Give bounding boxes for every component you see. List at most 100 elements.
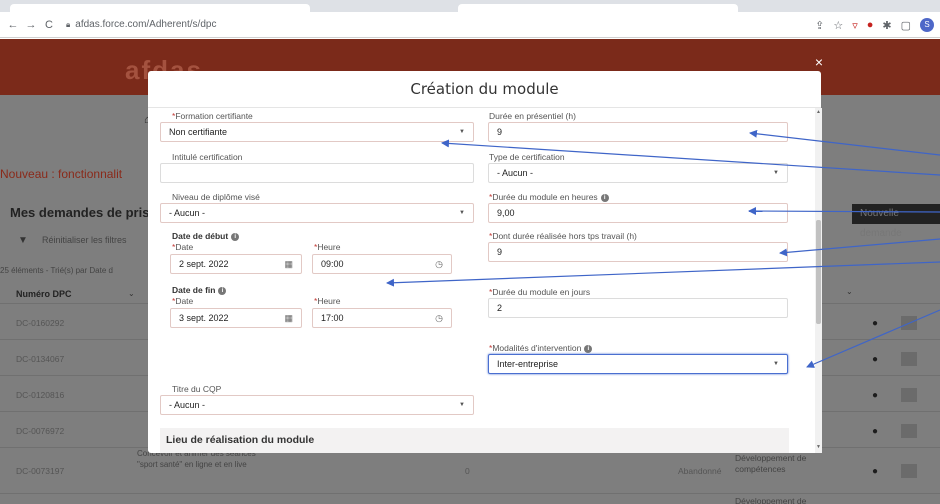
duree-jours-input[interactable]: 2 — [488, 298, 788, 318]
share-icon[interactable]: ⇪ — [815, 19, 824, 32]
star-icon[interactable]: ☆ — [833, 19, 843, 32]
clock-icon[interactable]: ◷ — [435, 309, 443, 327]
intitule-certification-input[interactable] — [160, 163, 474, 183]
row-id: DC-0120816 — [16, 390, 65, 400]
eye-icon[interactable]: ● — [872, 318, 878, 329]
back-icon[interactable]: ← — [4, 19, 22, 31]
modal-scrollbar[interactable]: ▲ ▼ — [815, 108, 822, 453]
row-type: Développement de compétences — [735, 453, 807, 474]
info-icon[interactable]: i — [218, 286, 227, 295]
niveau-diplome-label: Niveau de diplôme visé — [172, 192, 260, 202]
edit-icon[interactable] — [901, 388, 917, 402]
dropdown-caret-icon: ▼ — [459, 210, 465, 216]
edit-icon[interactable] — [901, 464, 917, 478]
info-icon[interactable]: i — [231, 232, 240, 241]
calendar-icon[interactable]: ▦ — [284, 255, 293, 273]
titre-cqp-select[interactable]: - Aucun - ▼ — [160, 395, 474, 415]
modal-title: Création du module — [410, 80, 559, 98]
profile-avatar[interactable]: S — [920, 18, 934, 32]
browser-tabstrip — [0, 0, 940, 12]
eye-icon[interactable]: ● — [872, 390, 878, 401]
extension-icons: ⇪ ☆ ▿ ● ✱ ▢ S — [815, 18, 934, 32]
type-certification-select[interactable]: - Aucun - ▼ — [488, 163, 788, 183]
niveau-diplome-select[interactable]: - Aucun - ▼ — [160, 203, 474, 223]
date-debut-input[interactable]: 2 sept. 2022 ▦ — [170, 254, 302, 274]
pocket-icon[interactable]: ▿ — [852, 19, 858, 32]
chevron-down-icon[interactable]: ⌄ — [846, 287, 853, 296]
close-icon[interactable]: × — [812, 54, 826, 70]
row-statut: Abandonné — [678, 466, 722, 476]
modal-header: Création du module — [148, 71, 821, 108]
row-zero: 0 — [465, 466, 470, 476]
reload-icon[interactable]: C — [40, 19, 58, 31]
forward-icon[interactable]: → — [22, 19, 40, 31]
url-text: afdas.force.com/Adherent/s/dpc — [75, 19, 217, 30]
formation-certifiante-select[interactable]: Non certifiante ▼ — [160, 122, 474, 142]
date-fin-date-label: *Date — [172, 296, 194, 306]
row-id: DC-0134067 — [16, 354, 65, 364]
hors-tps-input[interactable]: 9 — [488, 242, 788, 262]
type-certification-label: Type de certification — [489, 152, 565, 162]
creation-module-modal: Création du module *Formation certifiant… — [148, 71, 821, 453]
row-id: DC-0076972 — [16, 426, 65, 436]
intitule-certification-label: Intitulé certification — [172, 152, 243, 162]
duree-presentiel-input[interactable]: 9 — [488, 122, 788, 142]
duree-jours-label: *Durée du module en jours — [489, 287, 591, 297]
scroll-up-icon[interactable]: ▲ — [815, 109, 822, 115]
heure-fin-input[interactable]: 17:00 ◷ — [312, 308, 452, 328]
mes-demandes-title: Mes demandes de prise — [10, 205, 157, 220]
count-text: 25 éléments - Trié(s) par Date d — [0, 266, 113, 275]
table-row[interactable]: Développement de — [0, 493, 940, 504]
reinit-filters-button[interactable]: Réinitialiser les filtres — [42, 235, 127, 245]
filter-icon: ▼ — [18, 235, 28, 246]
date-fin-section: Date de fin i — [172, 285, 227, 295]
modalites-label: *Modalités d'intervention i — [489, 343, 593, 353]
duree-heures-label: *Durée du module en heures i — [489, 192, 609, 202]
row-id: DC-0073197 — [16, 466, 65, 476]
nouvelle-demande-button[interactable]: Nouvelle demande — [852, 204, 940, 239]
info-icon[interactable]: i — [584, 344, 593, 353]
clock-icon[interactable]: ◷ — [435, 255, 443, 273]
browser-tab[interactable] — [10, 4, 310, 12]
col-numero-dpc[interactable]: Numéro DPC — [16, 289, 72, 299]
scroll-down-icon[interactable]: ▼ — [815, 444, 822, 450]
row-type: Développement de — [735, 496, 807, 504]
edit-icon[interactable] — [901, 424, 917, 438]
eye-icon[interactable]: ● — [872, 426, 878, 437]
edit-icon[interactable] — [901, 352, 917, 366]
lieu-section-header: Lieu de réalisation du module — [160, 428, 789, 453]
dropdown-caret-icon: ▼ — [459, 129, 465, 135]
calendar-icon[interactable]: ▦ — [284, 309, 293, 327]
scrollbar-thumb[interactable] — [816, 220, 821, 324]
address-bar[interactable]: 🔒︎ afdas.force.com/Adherent/s/dpc — [66, 19, 216, 30]
edit-icon[interactable] — [901, 316, 917, 330]
window-icon[interactable]: ▢ — [901, 19, 911, 32]
eye-icon[interactable]: ● — [872, 466, 878, 477]
date-fin-heure-label: *Heure — [314, 296, 341, 306]
hors-tps-label: *Dont durée réalisée hors tps travail (h… — [489, 231, 637, 241]
extensions-icon[interactable]: ✱ — [882, 19, 891, 32]
eye-icon[interactable]: ● — [872, 354, 878, 365]
modalites-select[interactable]: Inter-entreprise ▼ — [488, 354, 788, 374]
lock-icon: 🔒︎ — [66, 19, 71, 29]
date-fin-input[interactable]: 3 sept. 2022 ▦ — [170, 308, 302, 328]
browser-tab[interactable] — [458, 4, 738, 12]
browser-toolbar: ← → C 🔒︎ afdas.force.com/Adherent/s/dpc … — [0, 12, 940, 38]
chevron-down-icon[interactable]: ⌄ — [128, 289, 135, 298]
info-icon[interactable]: i — [600, 193, 609, 202]
nouveau-banner: Nouveau : fonctionnalit — [0, 167, 123, 181]
date-debut-date-label: *Date — [172, 242, 194, 252]
date-debut-section: Date de début i — [172, 231, 240, 241]
heure-debut-input[interactable]: 09:00 ◷ — [312, 254, 452, 274]
dropdown-caret-icon: ▼ — [459, 402, 465, 408]
duree-heures-input[interactable]: 9,00 — [488, 203, 788, 223]
row-id: DC-0160292 — [16, 318, 65, 328]
titre-cqp-label: Titre du CQP — [172, 384, 222, 394]
formation-certifiante-label: *Formation certifiante — [172, 111, 253, 121]
dropdown-caret-icon: ▼ — [773, 170, 779, 176]
duree-presentiel-label: Durée en présentiel (h) — [489, 111, 576, 121]
date-debut-heure-label: *Heure — [314, 242, 341, 252]
table-row[interactable]: DC-0073197 Concevoir et animer des séanc… — [0, 447, 940, 493]
dropdown-caret-icon: ▼ — [773, 361, 779, 367]
opera-icon[interactable]: ● — [867, 19, 874, 31]
